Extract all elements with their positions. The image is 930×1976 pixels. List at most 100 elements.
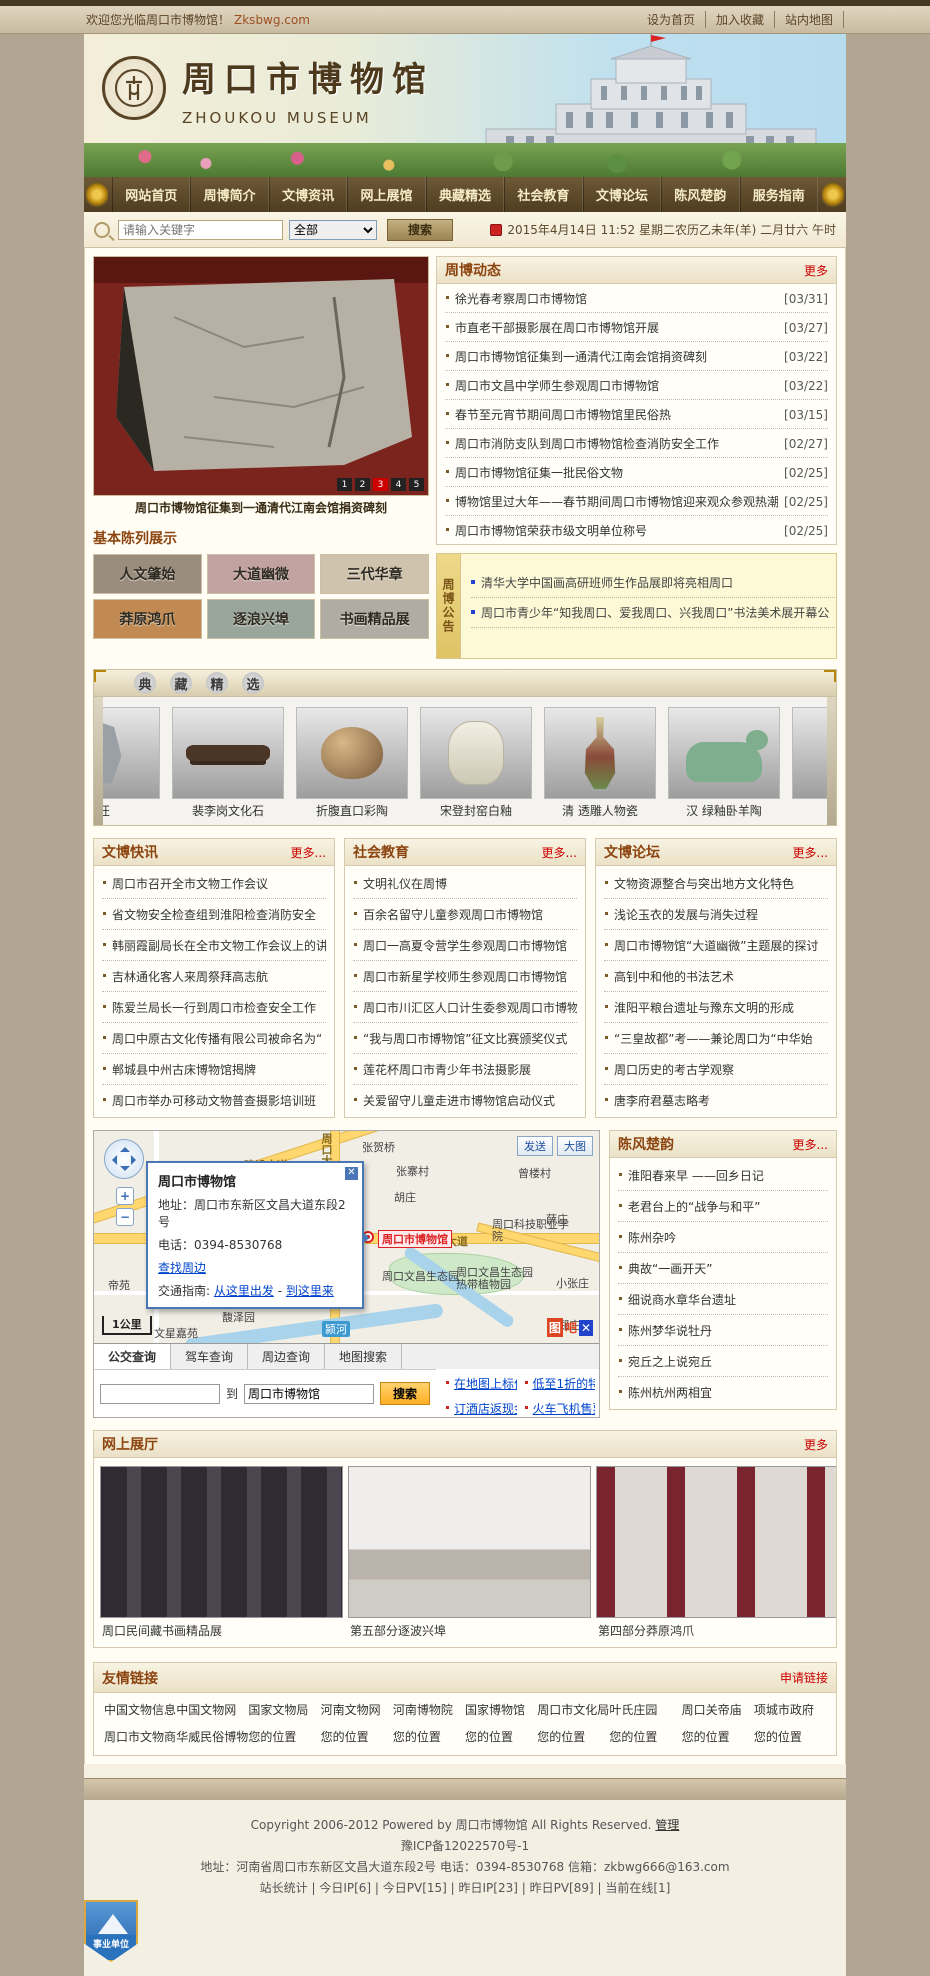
friend-link[interactable]: 河南博物院	[393, 1701, 465, 1718]
list-item[interactable]: 关爱留守儿童走进市博物馆启动仪式	[353, 1085, 577, 1115]
exhibit-tile[interactable]: 莽原鸿爪	[93, 599, 202, 639]
close-icon[interactable]: ✕	[345, 1167, 358, 1180]
collection-item[interactable]: 汪	[93, 707, 160, 821]
list-item[interactable]: 唐李府君墓志略考	[604, 1085, 828, 1115]
column-more-link[interactable]: 更多...	[793, 844, 828, 861]
list-item[interactable]: 莲花杯周口市青少年书法摄影展	[353, 1054, 577, 1085]
map-canvas[interactable]: 张贺桥希望小区张寨村曾楼村胡庄薛庄周口科技职业学院建设大道周口大道文昌大道周口文…	[94, 1131, 599, 1343]
gallery-more-link[interactable]: 更多	[804, 1436, 828, 1453]
slideshow[interactable]: 12345	[93, 256, 429, 496]
friend-link[interactable]: 您的位置	[682, 1728, 754, 1745]
list-item[interactable]: 吉林通化客人来周祭拜高志航	[102, 961, 326, 992]
friend-link[interactable]: 您的位置	[754, 1728, 826, 1745]
notice-item[interactable]: 周口市青少年“知我周口、爱我周口、兴我周口”书法美术展开幕公 2014年04月2…	[471, 598, 837, 628]
gallery-photo-image[interactable]	[348, 1466, 591, 1618]
search-input[interactable]	[118, 220, 283, 240]
list-item[interactable]: 细说商水章华台遗址	[618, 1284, 828, 1315]
collection-item[interactable]: 清 透雕人物瓷	[544, 707, 656, 821]
nav-item[interactable]: 周博简介	[190, 177, 268, 212]
collection-item[interactable]: 汉 绿釉卧羊陶	[668, 707, 780, 821]
exhibit-tile[interactable]: 书画精品展	[320, 599, 429, 639]
friend-link[interactable]: 中国文物网	[176, 1701, 248, 1718]
friend-link[interactable]: 华威民俗博物苑	[176, 1728, 248, 1745]
map-tab[interactable]: 公交查询	[94, 1344, 171, 1369]
friend-link[interactable]: 河南文物网	[321, 1701, 393, 1718]
nav-item[interactable]: 服务指南	[740, 177, 818, 212]
map-tab[interactable]: 地图搜索	[325, 1344, 402, 1369]
slideshow-caption[interactable]: 周口市博物馆征集到一通清代江南会馆捐资碑刻	[93, 496, 429, 518]
friend-link[interactable]: 叶氏庄园	[609, 1701, 681, 1718]
list-item[interactable]: 文物资源整合与突出地方文化特色	[604, 868, 828, 899]
news-item[interactable]: 周口市博物馆荣获市级文明单位称号 [02/25]	[445, 516, 828, 544]
collection-item[interactable]: 宋登封窑白釉	[420, 707, 532, 821]
friend-link[interactable]: 国家博物馆	[465, 1701, 537, 1718]
friend-link[interactable]: 您的位置	[321, 1728, 393, 1745]
topbar-link[interactable]: 加入收藏	[706, 11, 775, 28]
collection-item-image[interactable]	[296, 707, 408, 799]
column-more-link[interactable]: 更多...	[291, 844, 326, 861]
zoom-in-button[interactable]: +	[116, 1187, 134, 1205]
topbar-link[interactable]: 设为首页	[637, 11, 706, 28]
list-item[interactable]: 周口市新星学校师生参观周口市博物馆	[353, 961, 577, 992]
slideshow-page-button[interactable]: 3	[373, 478, 388, 491]
news-item[interactable]: 博物馆里过大年——春节期间周口市博物馆迎来观众参观热潮 [02/25]	[445, 487, 828, 516]
list-item[interactable]: 陈州杂吟	[618, 1222, 828, 1253]
topbar-link[interactable]: 站内地图	[775, 11, 844, 28]
list-item[interactable]: 周口一高夏令营学生参观周口市博物馆	[353, 930, 577, 961]
list-item[interactable]: 周口市川汇区人口计生委参观周口市博物馆	[353, 992, 577, 1023]
news-item[interactable]: 周口市博物馆征集到一通清代江南会馆捐资碑刻 [03/22]	[445, 342, 828, 371]
nav-item[interactable]: 网上展馆	[347, 177, 425, 212]
friend-link[interactable]: 您的位置	[248, 1728, 320, 1745]
nav-item[interactable]: 文博资讯	[269, 177, 347, 212]
friend-link[interactable]: 周口市文物商店	[104, 1728, 176, 1745]
map-ad-link[interactable]: 火车飞机售票点	[523, 1400, 595, 1417]
nav-item[interactable]: 网站首页	[112, 177, 190, 212]
route-to-link[interactable]: 到这里来	[286, 1284, 334, 1298]
collection-item[interactable]: 裴李岗文化石	[172, 707, 284, 821]
news-item[interactable]: 春节至元宵节期间周口市博物馆里民俗热 [03/15]	[445, 400, 828, 429]
list-item[interactable]: 宛丘之上说宛丘	[618, 1346, 828, 1377]
exhibit-tile[interactable]: 逐浪兴埠	[207, 599, 316, 639]
friend-link[interactable]: 周口关帝庙	[682, 1701, 754, 1718]
news-more-link[interactable]: 更多	[804, 262, 828, 279]
nearby-link[interactable]: 查找周边	[158, 1261, 206, 1275]
exhibit-tile[interactable]: 三代华章	[320, 554, 429, 594]
gallery-photo[interactable]: 第四部分莽原鸿爪	[596, 1466, 836, 1643]
news-item[interactable]: 市直老干部摄影展在周口市博物馆开展 [03/27]	[445, 313, 828, 342]
friend-link[interactable]: 您的位置	[393, 1728, 465, 1745]
slideshow-page-button[interactable]: 4	[391, 478, 406, 491]
search-button[interactable]: 搜索	[387, 219, 453, 241]
news-item[interactable]: 周口市博物馆征集一批民俗文物 [02/25]	[445, 458, 828, 487]
list-item[interactable]: 百余名留守儿童参观周口市博物馆	[353, 899, 577, 930]
search-category-select[interactable]: 全部	[289, 220, 377, 240]
news-item[interactable]: 周口市消防支队到周口市博物馆检查消防安全工作 [02/27]	[445, 429, 828, 458]
friend-link[interactable]: 您的位置	[465, 1728, 537, 1745]
nav-item[interactable]: 社会教育	[504, 177, 582, 212]
slideshow-page-button[interactable]: 1	[337, 478, 352, 491]
nav-item[interactable]: 文博论坛	[583, 177, 661, 212]
gallery-photo[interactable]: 周口民间藏书画精品展	[100, 1466, 343, 1643]
collection-item-image[interactable]	[668, 707, 780, 799]
list-item[interactable]: 淮阳春来早 ——回乡日记	[618, 1160, 828, 1191]
gallery-photo-image[interactable]	[596, 1466, 836, 1618]
map-tab[interactable]: 驾车查询	[171, 1344, 248, 1369]
route-from-link[interactable]: 从这里出发	[214, 1284, 274, 1298]
list-item[interactable]: “我与周口市博物馆”征文比赛颁奖仪式	[353, 1023, 577, 1054]
list-item[interactable]: 周口历史的考古学观察	[604, 1054, 828, 1085]
map-tab[interactable]: 周边查询	[248, 1344, 325, 1369]
map-ad-link[interactable]: 订酒店返现金	[444, 1400, 516, 1417]
map-destination-input[interactable]	[244, 1384, 374, 1404]
list-item[interactable]: “三皇故都”考——兼论周口为“中华始	[604, 1023, 828, 1054]
list-item[interactable]: 文明礼仪在周博	[353, 868, 577, 899]
collection-item-image[interactable]	[420, 707, 532, 799]
public-institution-badge[interactable]: 事业单位	[84, 1900, 138, 1962]
friend-link[interactable]: 您的位置	[609, 1728, 681, 1745]
list-item[interactable]: 陈爱兰局长一行到周口市检查安全工作	[102, 992, 326, 1023]
exhibit-tile[interactable]: 人文肇始	[93, 554, 202, 594]
customs-more-link[interactable]: 更多...	[793, 1136, 828, 1153]
friend-link[interactable]: 国家文物局	[248, 1701, 320, 1718]
nav-item[interactable]: 陈风楚韵	[661, 177, 739, 212]
nav-item[interactable]: 典藏精选	[426, 177, 504, 212]
friend-link[interactable]: 项城市政府	[754, 1701, 826, 1718]
zoom-out-button[interactable]: −	[116, 1208, 134, 1226]
